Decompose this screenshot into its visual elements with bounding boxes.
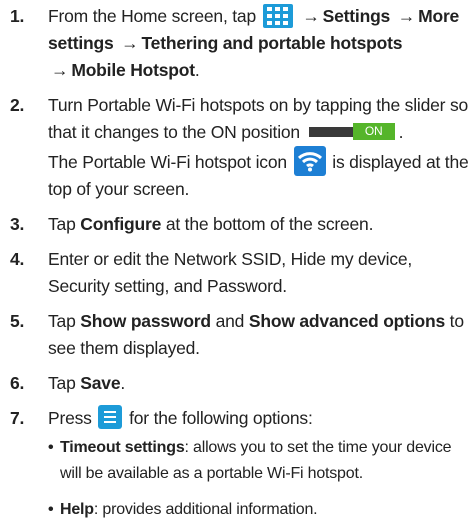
step-5-text: Tap <box>48 311 76 331</box>
step-2-hotspot-text: The Portable Wi-Fi hotspot icon <box>48 152 287 172</box>
tethering-label: Tethering and portable hotspots <box>141 33 403 53</box>
punctuation: . <box>120 373 126 393</box>
step-number: 7. <box>10 408 25 428</box>
slider-on-label: ON <box>352 123 395 140</box>
step-number: 5. <box>10 311 25 331</box>
step-text: Tap Configure at the bottom of the scree… <box>48 211 472 238</box>
step-2: 2. Turn Portable Wi-Fi hotspots on by ta… <box>10 92 472 203</box>
show-password-label: Show password <box>80 311 211 331</box>
step-number: 3. <box>10 214 25 234</box>
step-6-text: Tap <box>48 373 76 393</box>
punctuation: . <box>194 60 200 80</box>
step-1-text: From the Home screen, tap <box>48 6 256 26</box>
arrow-icon: → <box>397 6 416 26</box>
mobile-hotspot-label: Mobile Hotspot <box>71 60 195 80</box>
slider-track <box>308 127 359 137</box>
step-number: 1. <box>10 6 25 26</box>
step-7-text-end: for the following options: <box>129 408 313 428</box>
step-text: Tap Save. <box>48 370 472 397</box>
options-list: • Timeout settings: allows you to set th… <box>48 435 472 523</box>
configure-label: Configure <box>80 214 162 234</box>
arrow-icon: → <box>51 60 69 80</box>
arrow-icon: → <box>302 6 320 26</box>
step-number: 6. <box>10 373 25 393</box>
arrow-icon: → <box>121 33 139 53</box>
instruction-document: 1. From the Home screen, tap → Settings →… <box>10 3 472 523</box>
step-text: From the Home screen, tap → Settings → Mor… <box>48 3 472 84</box>
step-5: 5. Tap Show password and Show advanced o… <box>10 308 472 362</box>
step-7: 7. Press for the following options: • Ti… <box>10 405 472 523</box>
step-7-text: Press <box>48 408 92 428</box>
help-desc: : provides additional information. <box>93 501 318 518</box>
show-advanced-options-label: Show advanced options <box>248 311 445 331</box>
on-slider-icon: ON <box>308 123 397 140</box>
step-3: 3. Tap Configure at the bottom of the sc… <box>10 211 472 238</box>
menu-icon <box>98 405 123 429</box>
step-number: 2. <box>10 95 25 115</box>
punctuation: . <box>398 122 404 142</box>
step-4: 4. Enter or edit the Network SSID, Hide … <box>10 246 472 300</box>
wifi-hotspot-icon <box>293 146 326 176</box>
bullet-dot: • <box>48 439 54 456</box>
apps-grid-icon <box>262 4 293 28</box>
step-number: 4. <box>10 249 25 269</box>
step-3-text-end: at the bottom of the screen. <box>165 214 374 234</box>
step-1: 1. From the Home screen, tap → Settings →… <box>10 3 472 84</box>
list-item: • Help: provides additional information. <box>48 497 472 523</box>
save-label: Save <box>80 373 121 393</box>
step-5-and: and <box>215 311 245 331</box>
step-text: Enter or edit the Network SSID, Hide my … <box>48 249 413 296</box>
list-item: • Timeout settings: allows you to set th… <box>48 435 472 487</box>
timeout-settings-label: Timeout settings <box>60 439 185 456</box>
bullet-text: Timeout settings: allows you to set the … <box>60 435 472 487</box>
step-6: 6. Tap Save. <box>10 370 472 397</box>
bullet-text: Help: provides additional information. <box>60 497 472 523</box>
step-text: Tap Show password and Show advanced opti… <box>48 308 472 362</box>
step-text: Turn Portable Wi-Fi hotspots on by tappi… <box>48 92 472 203</box>
step-2-text: Turn Portable Wi-Fi hotspots on by tappi… <box>48 95 469 142</box>
help-label: Help <box>60 501 94 518</box>
step-3-text: Tap <box>48 214 76 234</box>
bullet-dot: • <box>48 501 54 518</box>
settings-label: Settings <box>322 6 391 26</box>
step-text: Press for the following options: • Timeo… <box>48 405 472 523</box>
